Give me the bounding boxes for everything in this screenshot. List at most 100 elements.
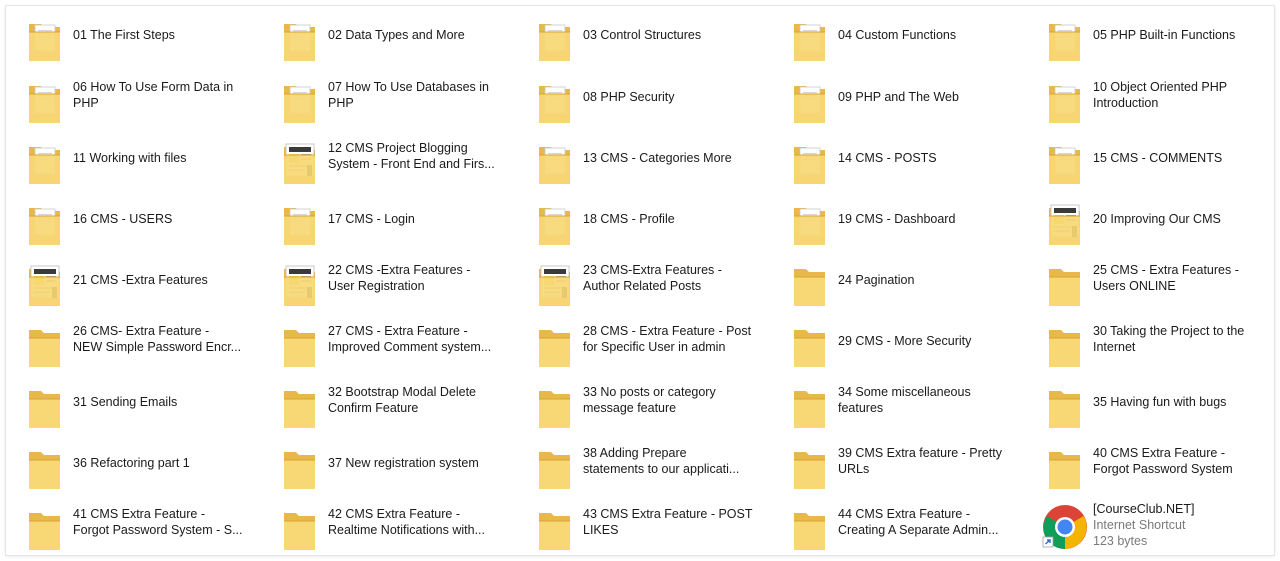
item-name: 38 Adding Prepare statements to our appli… [583, 445, 753, 477]
folder-item[interactable]: 02 Data Types and More [261, 12, 501, 70]
folder-item[interactable]: 42 CMS Extra Feature - Realtime Notificat… [261, 501, 501, 559]
item-name-line: 01 The First Steps [73, 28, 175, 42]
item-name-line: 13 CMS - Categories More [583, 151, 732, 165]
item-name: 26 CMS- Extra Feature - NEW Simple Passwo… [73, 323, 243, 355]
folder-document-icon [536, 80, 574, 126]
folder-item[interactable]: 35 Having fun with bugs [1026, 379, 1266, 437]
folder-item[interactable]: 13 CMS - Categories More [516, 135, 756, 193]
item-name: 21 CMS -Extra Features [73, 272, 243, 288]
item-name-line: 21 CMS -Extra Features [73, 273, 208, 287]
folder-item[interactable]: 41 CMS Extra Feature - Forgot Password Sy… [6, 501, 246, 559]
item-name-line: 06 How To Use Form Data in [73, 80, 234, 94]
chrome-shortcut-icon [1041, 503, 1089, 551]
item-name: 06 How To Use Form Data in PHP [73, 79, 243, 111]
folder-item[interactable]: 29 CMS - More Security [771, 318, 1011, 376]
explorer-window: 01 The First Steps 02 Data Types and Mor… [6, 6, 1274, 555]
folder-item[interactable]: 36 Refactoring part 1 [6, 440, 246, 498]
folder-item[interactable]: 24 Pagination [771, 257, 1011, 315]
folder-item[interactable]: 33 No posts or category message feature [516, 379, 756, 437]
item-name-line: 04 Custom Functions [838, 28, 957, 42]
folder-item[interactable]: 37 New registration system [261, 440, 501, 498]
folder-item[interactable]: 12 CMS Project Blogging System - Front En… [261, 135, 501, 193]
folder-item[interactable]: 23 CMS-Extra Features - Author Related Po… [516, 257, 756, 315]
item-name-line: Confirm Feature [328, 401, 419, 415]
folder-item[interactable]: 21 CMS -Extra Features [6, 257, 246, 315]
folder-item[interactable]: 22 CMS -Extra Features - User Registratio… [261, 257, 501, 315]
folder-icon [26, 507, 64, 553]
folder-item[interactable]: 18 CMS - Profile [516, 196, 756, 254]
folder-item[interactable]: 28 CMS - Extra Feature - Post for Specifi… [516, 318, 756, 376]
item-name-line: 14 CMS - POSTS [838, 151, 937, 165]
item-name-line: 33 No posts or category [583, 385, 716, 399]
folder-item[interactable]: 43 CMS Extra Feature - POST LIKES [516, 501, 756, 559]
item-name-line: Author Related Posts [583, 279, 702, 293]
folder-icon [26, 324, 64, 370]
item-name-line: User Registration [328, 279, 425, 293]
item-name: 36 Refactoring part 1 [73, 455, 243, 471]
item-name: 35 Having fun with bugs [1093, 394, 1263, 410]
item-name-line: 44 CMS Extra Feature - [838, 507, 970, 521]
folder-item[interactable]: 05 PHP Built-in Functions [1026, 12, 1266, 70]
item-name-line: for Specific User in admin [583, 340, 726, 354]
folder-item[interactable]: 30 Taking the Project to the Internet [1026, 318, 1266, 376]
folder-item[interactable]: 38 Adding Prepare statements to our appli… [516, 440, 756, 498]
folder-item[interactable]: 04 Custom Functions [771, 12, 1011, 70]
item-name-line: 35 Having fun with bugs [1093, 395, 1227, 409]
folder-document-icon [281, 80, 319, 126]
folder-item[interactable]: 25 CMS - Extra Features - Users ONLINE [1026, 257, 1266, 315]
item-name: 19 CMS - Dashboard [838, 211, 1008, 227]
shortcut-item[interactable]: [CourseClub.NET] Internet Shortcut 123 byt… [1026, 501, 1266, 559]
item-name: 43 CMS Extra Feature - POST LIKES [583, 506, 753, 538]
folder-thumbnail-icon [1046, 202, 1084, 248]
item-name: 29 CMS - More Security [838, 333, 1008, 349]
folder-icon [1046, 324, 1084, 370]
item-name: 39 CMS Extra feature - Pretty URLs [838, 445, 1008, 477]
item-name-line: [CourseClub.NET] [1093, 502, 1195, 516]
item-name: 40 CMS Extra Feature - Forgot Password Sy… [1093, 445, 1263, 477]
folder-item[interactable]: 08 PHP Security [516, 74, 756, 132]
folder-icon [1046, 385, 1084, 431]
folder-thumbnail-icon [26, 263, 64, 309]
item-name: 01 The First Steps [73, 27, 243, 43]
folder-document-icon [26, 80, 64, 126]
folder-icon [791, 324, 829, 370]
item-name-line: message feature [583, 401, 677, 415]
item-name: 03 Control Structures [583, 27, 753, 43]
folder-item[interactable]: 17 CMS - Login [261, 196, 501, 254]
folder-item[interactable]: 09 PHP and The Web [771, 74, 1011, 132]
item-name-line: 41 CMS Extra Feature - [73, 507, 205, 521]
folder-document-icon [791, 202, 829, 248]
folder-item[interactable]: 26 CMS- Extra Feature - NEW Simple Passwo… [6, 318, 246, 376]
item-name-line: Internet [1093, 340, 1136, 354]
item-name-line: 12 CMS Project Blogging [328, 141, 468, 155]
item-name: 24 Pagination [838, 272, 1008, 288]
folder-item[interactable]: 20 Improving Our CMS [1026, 196, 1266, 254]
item-name: 27 CMS - Extra Feature - Improved Comment… [328, 323, 498, 355]
folder-item[interactable]: 39 CMS Extra feature - Pretty URLs [771, 440, 1011, 498]
folder-item[interactable]: 07 How To Use Databases in PHP [261, 74, 501, 132]
folder-item[interactable]: 03 Control Structures [516, 12, 756, 70]
folder-item[interactable]: 10 Object Oriented PHP Introduction [1026, 74, 1266, 132]
folder-icon [791, 263, 829, 309]
folder-thumbnail-icon [281, 141, 319, 187]
folder-item[interactable]: 31 Sending Emails [6, 379, 246, 437]
folder-item[interactable]: 01 The First Steps [6, 12, 246, 70]
item-name-line: features [838, 401, 884, 415]
folder-icon [1046, 263, 1084, 309]
folder-item[interactable]: 15 CMS - COMMENTS [1026, 135, 1266, 193]
folder-item[interactable]: 16 CMS - USERS [6, 196, 246, 254]
folder-item[interactable]: 32 Bootstrap Modal Delete Confirm Feature [261, 379, 501, 437]
folder-item[interactable]: 19 CMS - Dashboard [771, 196, 1011, 254]
folder-item[interactable]: 40 CMS Extra Feature - Forgot Password Sy… [1026, 440, 1266, 498]
folder-item[interactable]: 44 CMS Extra Feature - Creating A Separat… [771, 501, 1011, 559]
folder-icon [281, 324, 319, 370]
item-name: 20 Improving Our CMS [1093, 211, 1263, 227]
item-name: 32 Bootstrap Modal Delete Confirm Feature [328, 384, 498, 416]
folder-item[interactable]: 34 Some miscellaneous features [771, 379, 1011, 437]
folder-item[interactable]: 11 Working with files [6, 135, 246, 193]
folder-item[interactable]: 14 CMS - POSTS [771, 135, 1011, 193]
folder-icon [1046, 446, 1084, 492]
item-name-line: 26 CMS- Extra Feature - [73, 324, 210, 338]
folder-item[interactable]: 27 CMS - Extra Feature - Improved Comment… [261, 318, 501, 376]
folder-item[interactable]: 06 How To Use Form Data in PHP [6, 74, 246, 132]
